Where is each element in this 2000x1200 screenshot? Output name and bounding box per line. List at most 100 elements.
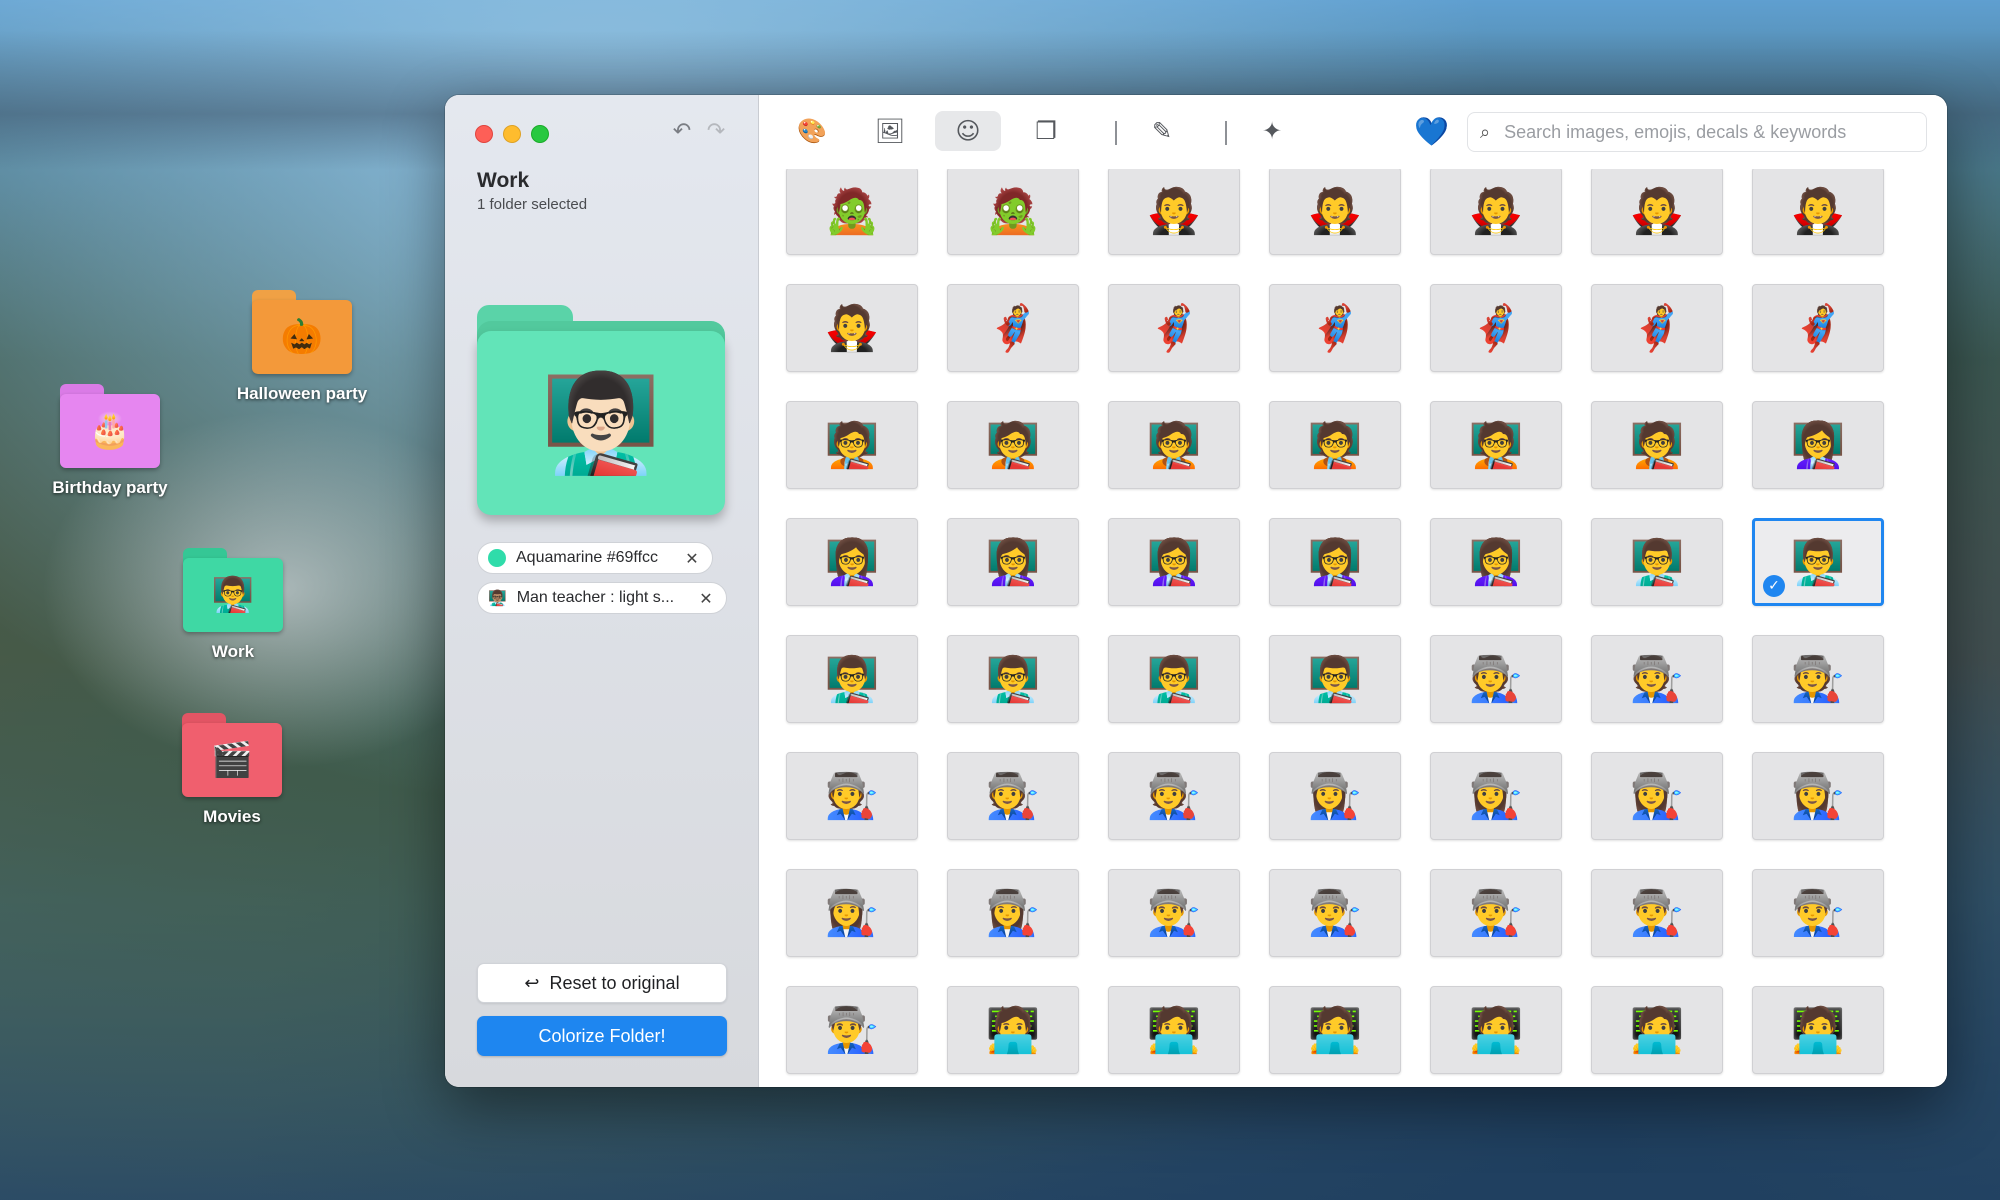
emoji-tile[interactable]: 🧛 xyxy=(786,284,918,372)
emoji-tile[interactable]: 🧑‍💻 xyxy=(1752,986,1884,1074)
colorize-folder-button[interactable]: Colorize Folder! xyxy=(477,1016,727,1056)
selection-count: 1 folder selected xyxy=(477,196,588,213)
emoji-tile[interactable]: 🧑‍💻 xyxy=(947,986,1079,1074)
minimize-window-button[interactable] xyxy=(503,125,521,143)
emoji-tile[interactable]: 👨‍🏫 xyxy=(1269,635,1401,723)
emoji-tile[interactable]: 🧑‍🏭 xyxy=(1591,635,1723,723)
emoji-tile[interactable]: 👩‍🏭 xyxy=(947,869,1079,957)
emoji-tile[interactable]: 👩‍🏭 xyxy=(786,869,918,957)
emoji-glyph: 🧛 xyxy=(1307,186,1363,237)
emoji-tile[interactable]: 🦸 xyxy=(1430,284,1562,372)
emoji-tile[interactable]: 🧑‍🏭 xyxy=(1430,635,1562,723)
heart-icon[interactable]: 💙 xyxy=(1414,115,1449,148)
emoji-tile[interactable]: 🧛 xyxy=(1591,169,1723,255)
emoji-tile[interactable]: 👩‍🏭 xyxy=(1430,752,1562,840)
emoji-glyph: 🧑‍🏭 xyxy=(1790,654,1846,705)
emoji-glyph: 🦸 xyxy=(1629,303,1685,354)
emoji-glyph: 👨‍🏫 xyxy=(1146,654,1202,705)
emoji-tile[interactable]: 👨‍🏭 xyxy=(1269,869,1401,957)
emoji-tile[interactable]: 🧛 xyxy=(1108,169,1240,255)
emoji-tile[interactable]: 🧑‍🏫 xyxy=(1108,401,1240,489)
emoji-glyph: 🦸 xyxy=(1790,303,1846,354)
emoji-glyph: 🧛 xyxy=(824,303,880,354)
emoji-tile[interactable]: 👨‍🏫 xyxy=(1591,518,1723,606)
desktop-folder-birthday-party[interactable]: 🎂 Birthday party xyxy=(20,384,200,498)
emoji-tile[interactable]: 🧑‍🏭 xyxy=(1752,635,1884,723)
shapes-icon[interactable]: ❐ xyxy=(1013,111,1079,151)
emoji-tile[interactable]: 👨‍🏭 xyxy=(1752,869,1884,957)
emoji-tile[interactable]: 🧛 xyxy=(1269,169,1401,255)
emoji-tile[interactable]: 🧛 xyxy=(1430,169,1562,255)
images-icon[interactable]: 🖼 xyxy=(857,111,923,151)
redo-icon[interactable]: ↷ xyxy=(703,119,729,145)
emoji-glyph: 👩‍🏭 xyxy=(1629,771,1685,822)
emoji-tile[interactable]: 🧑‍💻 xyxy=(1269,986,1401,1074)
zoom-window-button[interactable] xyxy=(531,125,549,143)
emoji-tile[interactable]: 👩‍🏭 xyxy=(1591,752,1723,840)
emoji-tile[interactable]: 👩‍🏭 xyxy=(1752,752,1884,840)
emoji-icon[interactable]: ☺ xyxy=(935,111,1001,151)
emoji-tile[interactable]: 🧛 xyxy=(1752,169,1884,255)
sparkles-icon[interactable]: ✦ xyxy=(1239,111,1305,151)
emoji-tile[interactable]: 🧑‍💻 xyxy=(1108,986,1240,1074)
color-chip-label: Aquamarine #69ffcc xyxy=(516,549,659,566)
emoji-tile[interactable]: 🧑‍💻 xyxy=(1591,986,1723,1074)
emoji-tile[interactable]: 🧑‍🏭 xyxy=(947,752,1079,840)
emoji-tile[interactable]: 🦸 xyxy=(1269,284,1401,372)
emoji-glyph: 👩‍🏭 xyxy=(1468,771,1524,822)
emoji-tile[interactable]: 🦸 xyxy=(947,284,1079,372)
undo-icon[interactable]: ↶ xyxy=(669,119,695,145)
emoji-tile[interactable]: 🧟 xyxy=(947,169,1079,255)
emoji-tile[interactable]: 👨‍🏭 xyxy=(786,986,918,1074)
emoji-tile[interactable]: 👨‍🏫 ✓ xyxy=(1752,518,1884,606)
emoji-tile[interactable]: 👨‍🏫 xyxy=(947,635,1079,723)
emoji-tile[interactable]: 🧑‍💻 xyxy=(1430,986,1562,1074)
emoji-tile[interactable]: 👨‍🏭 xyxy=(1591,869,1723,957)
emoji-tile[interactable]: 🧑‍🏫 xyxy=(1269,401,1401,489)
emoji-glyph: 🧑‍🏫 xyxy=(985,420,1041,471)
remove-emoji-icon[interactable]: ✕ xyxy=(696,589,716,608)
eyedropper-icon[interactable]: ✎ xyxy=(1129,111,1195,151)
desktop-folder-movies[interactable]: 🎬 Movies xyxy=(142,713,322,827)
emoji-tile[interactable]: 👨‍🏭 xyxy=(1430,869,1562,957)
emoji-glyph: 👩‍🏭 xyxy=(1307,771,1363,822)
toolbar: 🎨 🖼 ☺ ❐ ✎ ✦ 💙 ⌕ xyxy=(759,95,1947,169)
close-window-button[interactable] xyxy=(475,125,493,143)
search-input[interactable] xyxy=(1502,120,1907,144)
emoji-tile[interactable]: 🧑‍🏫 xyxy=(1430,401,1562,489)
reset-to-original-button[interactable]: ↩ Reset to original xyxy=(477,963,727,1003)
emoji-tile[interactable]: 🧑‍🏭 xyxy=(1108,752,1240,840)
emoji-tile[interactable]: 👩‍🏫 xyxy=(1752,401,1884,489)
birthday-cake-icon: 🎂 xyxy=(88,411,132,451)
emoji-tile[interactable]: 🧑‍🏫 xyxy=(947,401,1079,489)
emoji-tile[interactable]: 👩‍🏭 xyxy=(1269,752,1401,840)
remove-color-icon[interactable]: ✕ xyxy=(682,549,702,568)
emoji-glyph: 🧛 xyxy=(1468,186,1524,237)
emoji-tile[interactable]: 👩‍🏫 xyxy=(1269,518,1401,606)
reset-button-label: Reset to original xyxy=(549,972,680,993)
emoji-tile[interactable]: 🧑‍🏫 xyxy=(1591,401,1723,489)
emoji-tile[interactable]: 🧑‍🏭 xyxy=(786,752,918,840)
emoji-tile[interactable]: 🦸 xyxy=(1108,284,1240,372)
emoji-tile[interactable]: 🦸 xyxy=(1752,284,1884,372)
emoji-tile[interactable]: 👨‍🏭 xyxy=(1108,869,1240,957)
emoji-tile[interactable]: 🦸 xyxy=(1591,284,1723,372)
search-box[interactable]: ⌕ xyxy=(1467,112,1927,152)
emoji-tile[interactable]: 👩‍🏫 xyxy=(1108,518,1240,606)
emoji-tile[interactable]: 🧟 xyxy=(786,169,918,255)
desktop-folder-work[interactable]: 👨‍🏫 Work xyxy=(143,548,323,662)
emoji-tile[interactable]: 🧑‍🏫 xyxy=(786,401,918,489)
emoji-tile[interactable]: 👨‍🏫 xyxy=(1108,635,1240,723)
folder-icon: 🎂 xyxy=(60,384,160,468)
desktop-folder-halloween-party[interactable]: 🎃 Halloween party xyxy=(212,290,392,404)
palette-icon[interactable]: 🎨 xyxy=(779,111,845,151)
emoji-tile[interactable]: 👩‍🏫 xyxy=(786,518,918,606)
emoji-tile[interactable]: 👩‍🏫 xyxy=(1430,518,1562,606)
emoji-tile[interactable]: 👩‍🏫 xyxy=(947,518,1079,606)
emoji-tile[interactable]: 👨‍🏫 xyxy=(786,635,918,723)
emoji-chip[interactable]: 👨🏽‍🏫 Man teacher : light s... ✕ xyxy=(477,582,727,614)
emoji-glyph: 🧑‍💻 xyxy=(985,1005,1041,1056)
emoji-glyph: 🧟 xyxy=(985,186,1041,237)
color-chip[interactable]: Aquamarine #69ffcc ✕ xyxy=(477,542,713,574)
man-teacher-icon: 👨🏻‍🏫 xyxy=(541,366,661,479)
